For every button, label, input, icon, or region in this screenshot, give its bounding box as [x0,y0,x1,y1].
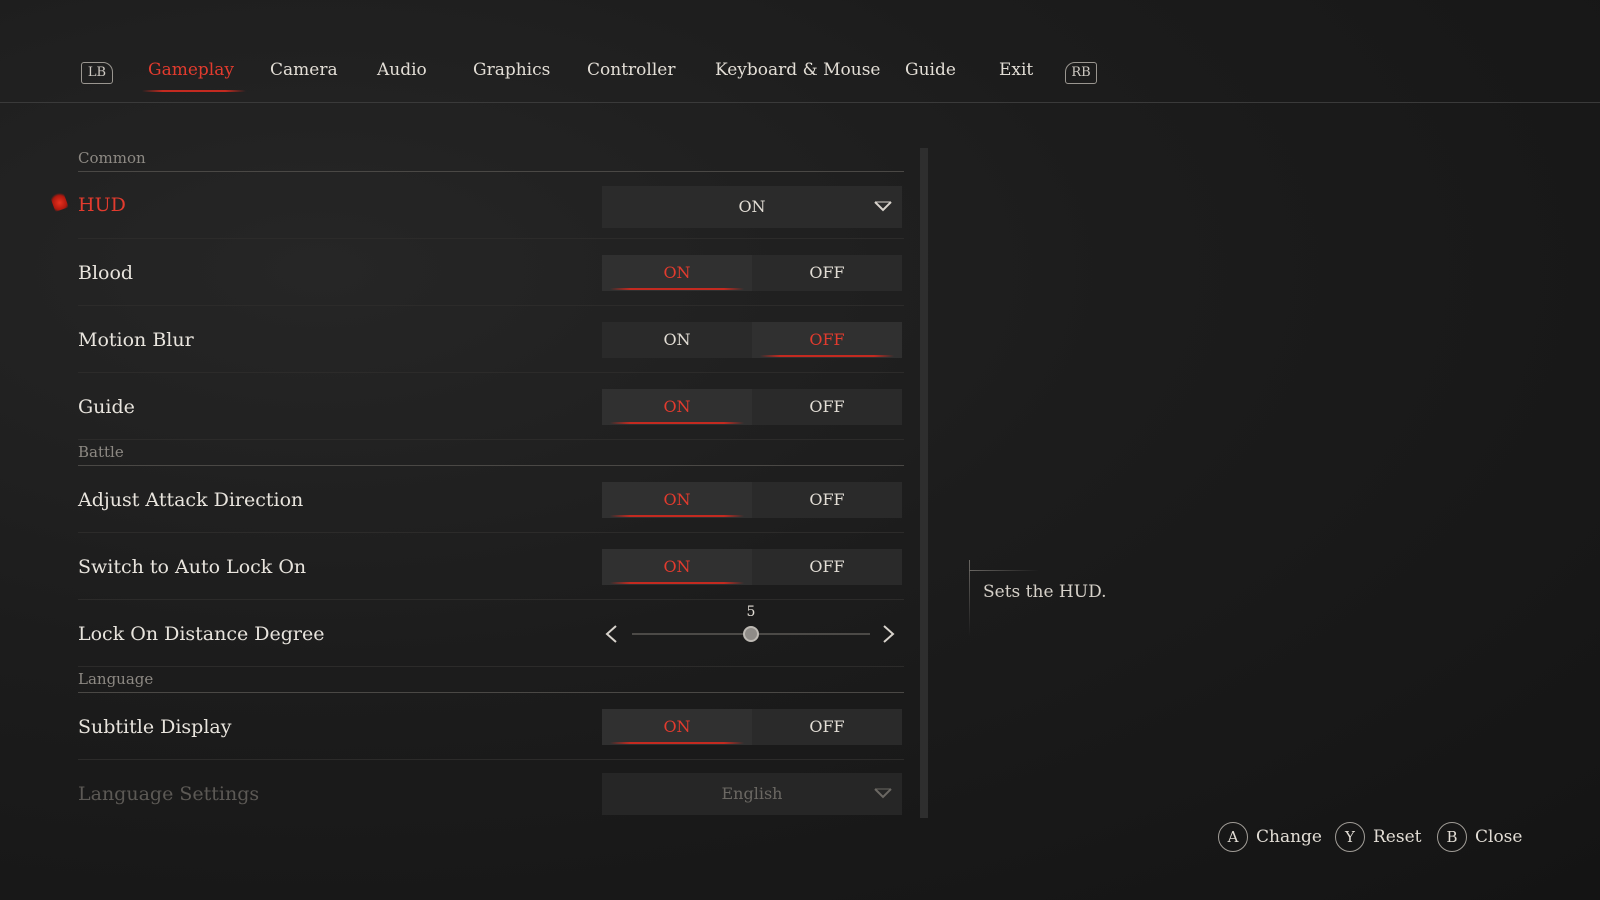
blood-on-option[interactable]: ON [602,255,752,291]
slider-knob[interactable] [743,626,759,642]
tab-bar: LB Gameplay Camera Audio Graphics Contro… [0,0,1600,103]
tab-controller[interactable]: Controller [587,60,675,80]
lb-bumper-icon[interactable]: LB [81,62,113,84]
section-battle: Battle [78,443,124,461]
reset-label: Reset [1373,827,1422,847]
change-label: Change [1256,827,1322,847]
arrow-right-icon[interactable] [880,624,896,644]
auto-lock-toggle: ON OFF [602,549,902,585]
reset-hint[interactable]: Y Reset [1335,821,1421,853]
row-divider [78,666,904,667]
lock-on-distance-label: Lock On Distance Degree [78,623,325,645]
adjust-attack-direction-label: Adjust Attack Direction [78,489,304,511]
auto-lock-on-option[interactable]: ON [602,549,752,585]
motion-blur-off-option[interactable]: OFF [752,322,902,358]
blood-toggle: ON OFF [602,255,902,291]
guide-label: Guide [78,396,135,418]
adjust-attack-direction-toggle: ON OFF [602,482,902,518]
language-dropdown[interactable]: English [602,773,902,815]
motion-blur-toggle: ON OFF [602,322,902,358]
chevron-down-icon [874,201,892,212]
lock-on-distance-slider[interactable]: 5 [602,604,902,664]
tab-graphics[interactable]: Graphics [473,60,550,80]
row-divider [78,238,904,239]
adjust-attack-on-option[interactable]: ON [602,482,752,518]
auto-lock-label: Switch to Auto Lock On [78,556,307,578]
tab-keyboard-mouse[interactable]: Keyboard & Mouse [715,60,880,80]
close-label: Close [1475,827,1523,847]
tab-audio[interactable]: Audio [377,60,427,80]
description-frame [969,560,970,636]
rb-bumper-icon[interactable]: RB [1065,62,1097,84]
close-hint[interactable]: B Close [1437,821,1522,853]
guide-on-option[interactable]: ON [602,389,752,425]
blood-label: Blood [78,262,134,284]
subtitle-on-option[interactable]: ON [602,709,752,745]
a-button-icon: A [1218,822,1248,852]
scrollbar[interactable] [920,148,928,818]
hud-label: HUD [78,194,126,216]
motion-blur-label: Motion Blur [78,329,194,351]
tab-exit[interactable]: Exit [999,60,1033,80]
row-divider [78,599,904,600]
chevron-down-icon [874,788,892,799]
guide-toggle: ON OFF [602,389,902,425]
row-divider [78,532,904,533]
tab-gameplay[interactable]: Gameplay [142,60,246,92]
row-divider [78,305,904,306]
tab-camera[interactable]: Camera [270,60,338,80]
subtitle-display-toggle: ON OFF [602,709,902,745]
subtitle-display-label: Subtitle Display [78,716,232,738]
adjust-attack-off-option[interactable]: OFF [752,482,902,518]
arrow-left-icon[interactable] [604,624,620,644]
guide-off-option[interactable]: OFF [752,389,902,425]
description-frame [969,570,1039,571]
change-hint[interactable]: A Change [1218,821,1322,853]
hud-value: ON [738,197,766,216]
row-divider [78,372,904,373]
section-divider [78,692,904,693]
section-common: Common [78,149,146,167]
b-button-icon: B [1437,822,1467,852]
section-divider [78,171,904,172]
selection-cursor-icon [49,190,69,212]
y-button-icon: Y [1335,822,1365,852]
slider-value: 5 [746,604,756,620]
row-divider [78,759,904,760]
tab-guide[interactable]: Guide [905,60,956,80]
subtitle-off-option[interactable]: OFF [752,709,902,745]
blood-off-option[interactable]: OFF [752,255,902,291]
auto-lock-off-option[interactable]: OFF [752,549,902,585]
row-divider [78,439,904,440]
language-value: English [721,784,783,803]
section-language: Language [78,670,154,688]
description-text: Sets the HUD. [983,582,1107,602]
section-divider [78,465,904,466]
hud-dropdown[interactable]: ON [602,186,902,228]
language-settings-label: Language Settings [78,783,260,805]
motion-blur-on-option[interactable]: ON [602,322,752,358]
